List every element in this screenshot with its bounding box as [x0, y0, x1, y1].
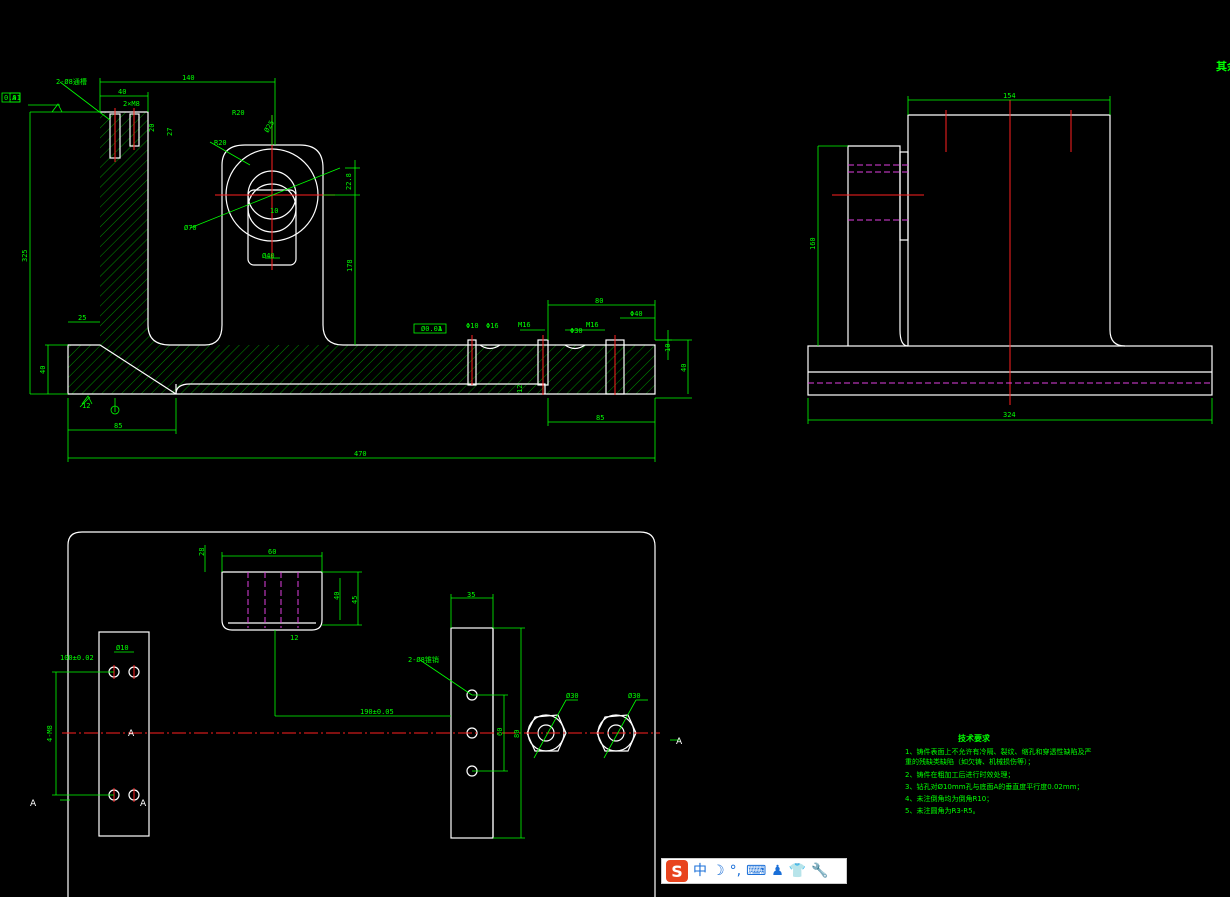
dim-text: 80 — [513, 730, 521, 738]
dim-text: 178 — [346, 259, 354, 272]
dim-text: 470 — [354, 450, 367, 458]
section-mark: A — [128, 729, 135, 739]
section-mark: A — [676, 737, 683, 747]
dim-text: 85 — [596, 414, 604, 422]
ime-keyboard-icon[interactable]: ⌨ — [746, 860, 766, 882]
dim-text: 80 — [595, 297, 603, 305]
dim-text: 35 — [467, 591, 475, 599]
ime-skin-icon[interactable]: 👕 — [789, 860, 806, 882]
ime-user-icon[interactable]: ♟ — [771, 860, 784, 882]
dim-text: 2×M8 — [123, 100, 140, 108]
dim-text: 324 — [1003, 411, 1016, 419]
notes-line: 5、未注圆角为R3-R5。 — [905, 806, 980, 815]
dim-text: 40 — [118, 88, 126, 96]
dim-text: R20 — [214, 139, 227, 147]
dim-text: M16 — [586, 321, 599, 329]
notes-line: 2、铸件在粗加工后进行时效处理； — [905, 770, 1014, 779]
dim-text: Φ16 — [486, 322, 499, 330]
notes-line: 4、未注倒角均为倒角R10； — [905, 794, 993, 803]
front-view — [67, 108, 656, 395]
notes-line: 1、铸件表面上不允许有冷隔、裂纹、缩孔和穿透性缺陷及严 — [905, 747, 1091, 756]
side-view — [807, 100, 1213, 405]
dim-text: 25 — [78, 314, 86, 322]
top-view-dimensions — [52, 545, 680, 839]
dim-text: 40 — [39, 366, 47, 374]
section-mark: A — [30, 799, 37, 809]
datum-label: A — [438, 325, 443, 333]
ime-moon-icon[interactable]: ☽ — [712, 860, 725, 882]
dim-text: 325 — [21, 249, 29, 262]
dim-text: 190±0.05 — [360, 708, 394, 716]
dim-text: Φ10 — [466, 322, 479, 330]
notes-line: 重的残缺类缺陷（如欠铸、机械损伤等）； — [905, 757, 1035, 766]
dim-text: 28 — [198, 548, 206, 556]
dim-text: Ø30 — [566, 692, 579, 700]
side-view-upright — [907, 114, 1126, 347]
notes-title: 技术要求 — [958, 733, 991, 743]
dim-text: 12 — [82, 402, 90, 410]
dim-text: Φ40 — [630, 310, 643, 318]
dim-text: Φ30 — [570, 327, 583, 335]
side-view-boss — [847, 145, 909, 347]
dim-text: 40 — [680, 364, 688, 372]
dim-text: 20 — [148, 124, 156, 132]
front-view-section-hatch — [68, 112, 655, 394]
dim-text: 2-Ø8锥销 — [408, 655, 439, 664]
slot-note: 2-Ø8通槽 — [56, 77, 87, 86]
dim-text: 100±0.02 — [60, 654, 94, 662]
dim-text: 140 — [182, 74, 195, 82]
dim-text: M16 — [518, 321, 531, 329]
dim-text: 60 — [496, 728, 504, 736]
dim-text: 154 — [1003, 92, 1016, 100]
ime-punctuation-icon[interactable]: °, — [730, 860, 741, 882]
notes-line: 3、钻孔对Ø10mm孔与底面A的垂直度平行度0.02mm； — [905, 782, 1084, 791]
technical-notes: 技术要求 1、铸件表面上不允许有冷隔、裂纹、缩孔和穿透性缺陷及严 重的残缺类缺陷… — [905, 733, 1091, 815]
dim-text: 160 — [809, 237, 817, 250]
dim-text: 12 — [290, 634, 298, 642]
cad-drawing-canvas[interactable]: 140 40 2×M8 20 27 R20 R20 Ø25 Ø70 10 22.… — [0, 0, 1230, 897]
dim-text: 10 — [664, 344, 672, 352]
corner-label: 其余 — [1216, 59, 1230, 73]
dim-text: Ø40 — [262, 252, 275, 260]
dim-text: Ø25 — [263, 119, 276, 134]
top-view-boss — [221, 571, 323, 631]
dim-text: 4-M8 — [46, 725, 54, 742]
dim-text: 12 — [516, 385, 524, 393]
ime-tools-icon[interactable]: 🔧 — [811, 860, 828, 882]
dim-text: 40 — [333, 592, 341, 600]
ime-logo-icon[interactable]: S — [666, 860, 688, 882]
dim-text: Ø10 — [116, 644, 129, 652]
ime-chinese-mode-button[interactable]: 中 — [693, 860, 707, 882]
dim-text: 45 — [351, 596, 359, 604]
dim-text: R20 — [232, 109, 245, 117]
dim-text: 10 — [270, 207, 278, 215]
side-view-dim-texts: 154 160 324 — [809, 92, 1016, 419]
dim-text: 22.8 — [345, 173, 353, 190]
ime-toolbar[interactable]: S 中 ☽ °, ⌨ ♟ 👕 🔧 — [661, 858, 847, 884]
top-view-dim-texts: 28 60 45 40 12 35 2-Ø8锥销 Ø10 4-M8 190±0.… — [30, 548, 683, 809]
dim-text: Ø70 — [184, 224, 197, 232]
dim-text: 27 — [166, 128, 174, 136]
section-mark: A — [140, 799, 147, 809]
dim-text: 85 — [114, 422, 122, 430]
dim-text: 60 — [268, 548, 276, 556]
dim-text: Ø30 — [628, 692, 641, 700]
